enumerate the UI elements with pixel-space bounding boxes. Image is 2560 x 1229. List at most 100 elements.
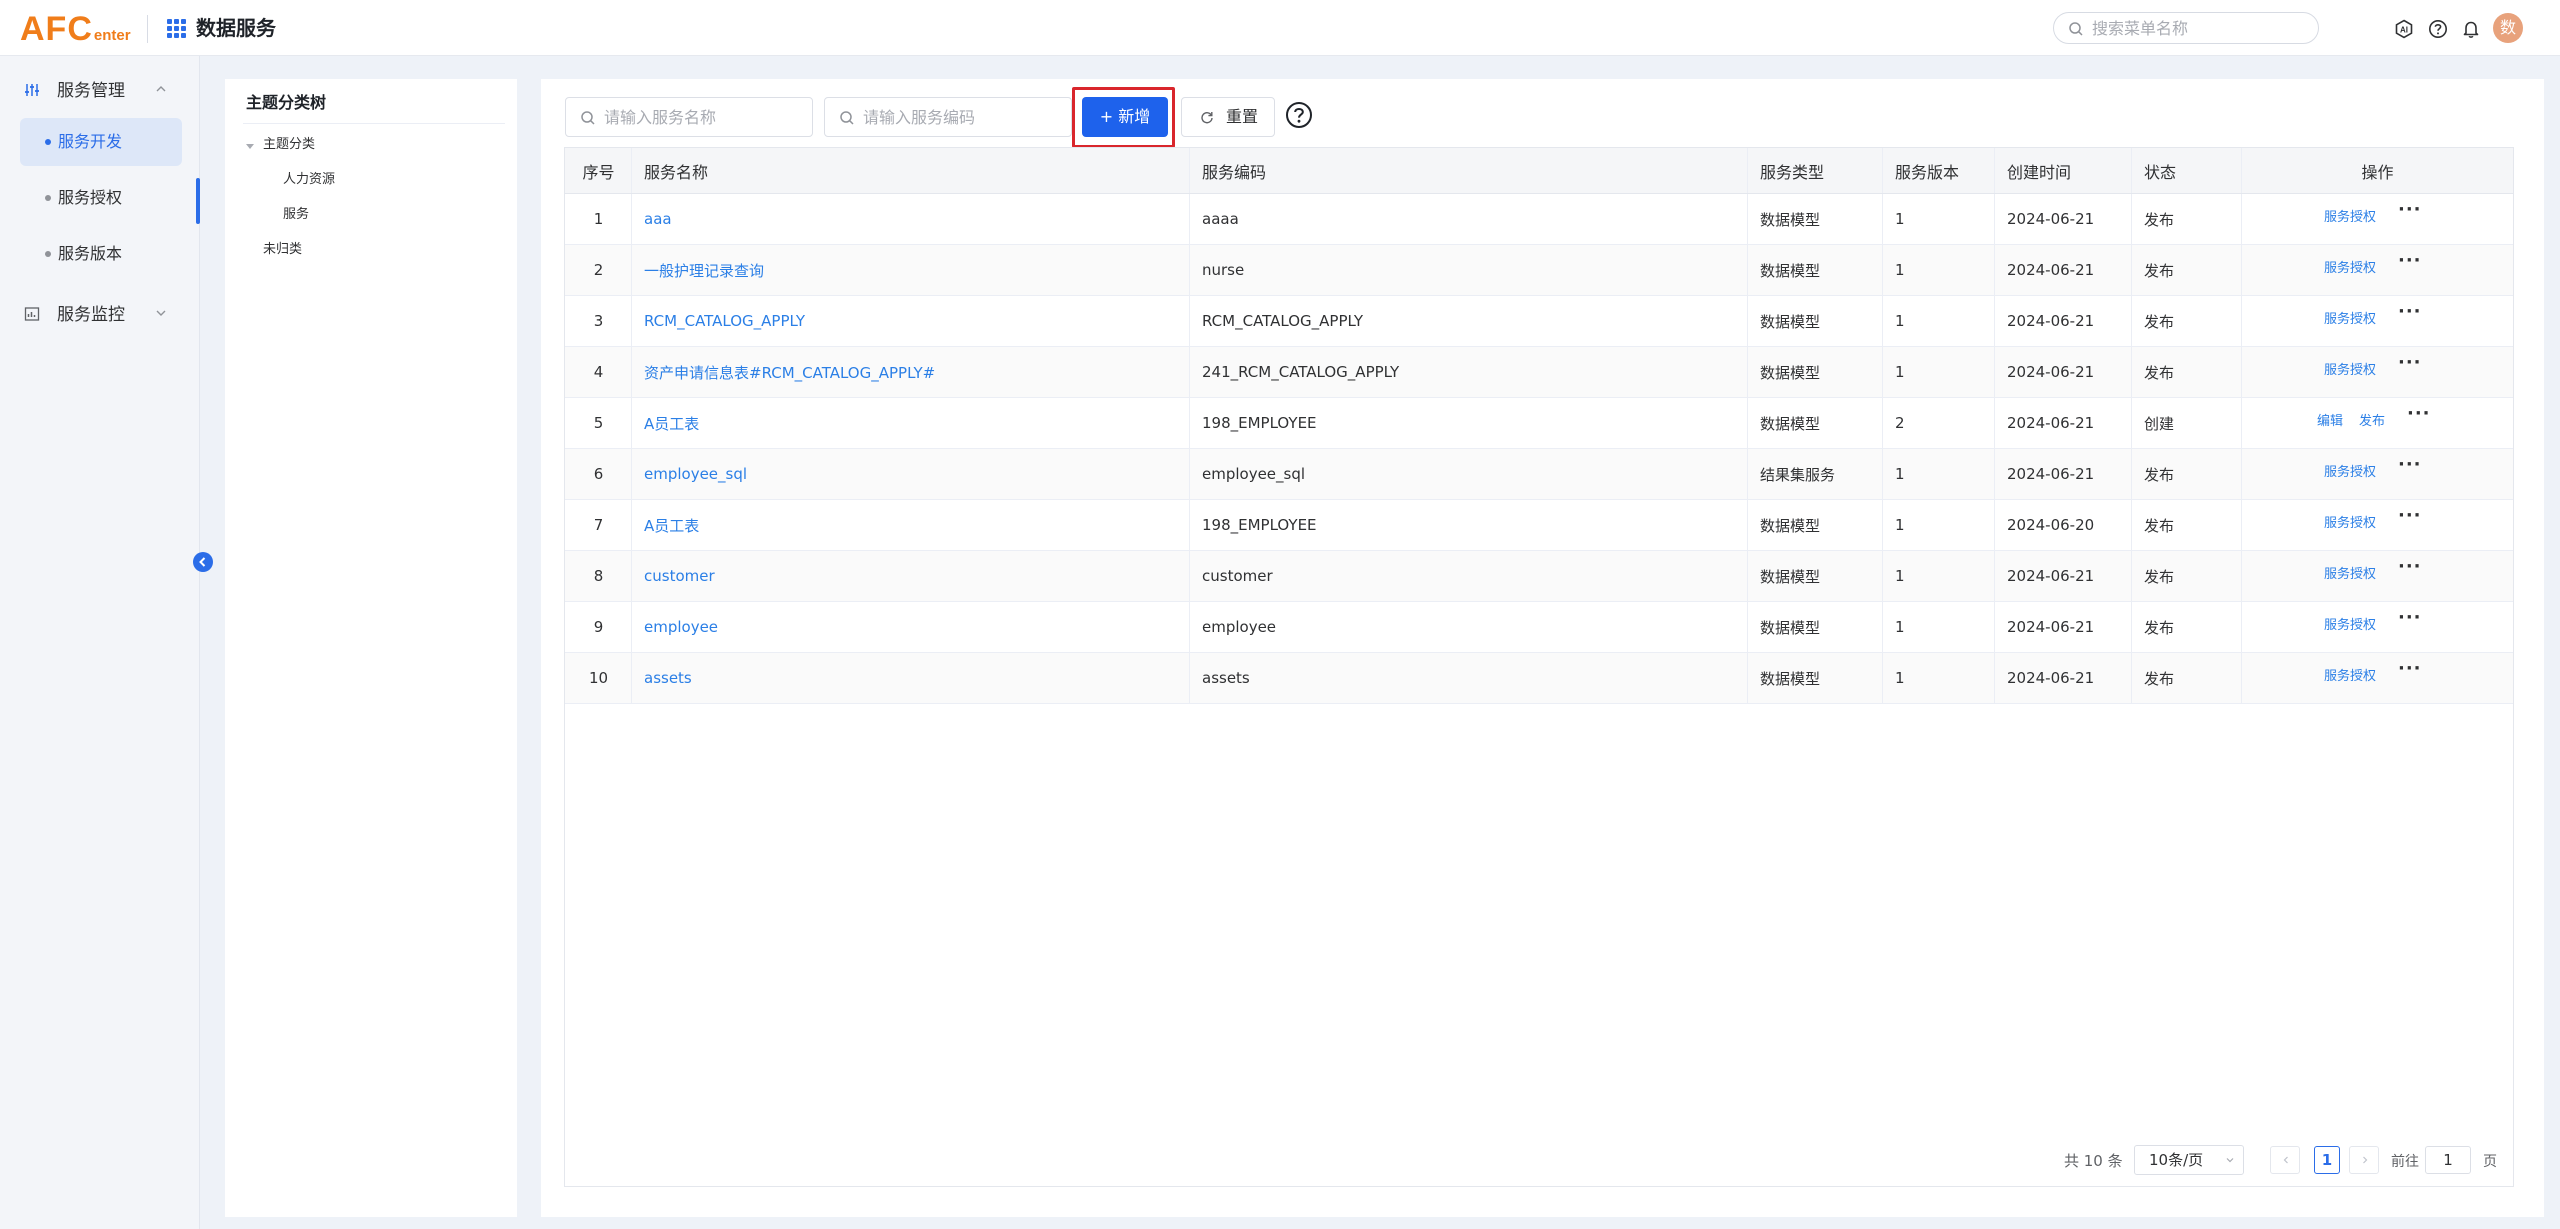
authorize-service-link[interactable]: 服务授权 <box>2324 363 2376 379</box>
sidebar-group-service-management[interactable]: 服务管理 <box>0 70 200 110</box>
more-actions-icon[interactable]: ··· <box>2398 456 2422 474</box>
afcenter-logo[interactable]: AFC enter <box>20 8 131 48</box>
service-name-link[interactable]: 一般护理记录查询 <box>644 260 764 281</box>
service-name-search[interactable] <box>565 97 813 137</box>
sidebar-item-service-development[interactable]: 服务开发 <box>20 118 182 166</box>
menu-search-box[interactable] <box>2053 12 2319 44</box>
page-number-1[interactable]: 1 <box>2314 1146 2340 1174</box>
more-actions-icon[interactable]: ··· <box>2398 252 2422 270</box>
table-row[interactable]: 4 资产申请信息表#RCM_CATALOG_APPLY# 241_RCM_CATAL… <box>565 347 2513 398</box>
row-index: 5 <box>593 414 604 432</box>
created-time-cell: 2024-06-21 <box>2007 210 2095 228</box>
help-circle-icon[interactable] <box>1285 101 1313 129</box>
sidebar-collapse-button[interactable] <box>193 552 213 572</box>
reset-button[interactable]: 重置 <box>1181 97 1275 137</box>
status-cell: 发布 <box>2144 516 2175 535</box>
column-divider <box>1189 398 1190 448</box>
column-divider <box>1882 245 1883 295</box>
service-name-input[interactable] <box>604 106 804 128</box>
service-type-cell: 数据模型 <box>1760 312 1821 331</box>
help-circle-icon[interactable] <box>2428 19 2448 39</box>
tree-node-topic-category[interactable]: 主题分类 <box>263 136 315 154</box>
sidebar-item-service-version[interactable]: 服务版本 <box>20 230 182 278</box>
actions-cell: 服务授权 ··· <box>2242 449 2513 499</box>
more-actions-icon[interactable]: ··· <box>2398 609 2422 627</box>
prev-page-button[interactable] <box>2270 1146 2300 1174</box>
actions-cell: 服务授权 ··· <box>2242 500 2513 550</box>
more-actions-icon[interactable]: ··· <box>2398 201 2422 219</box>
service-name-link[interactable]: employee <box>644 618 718 636</box>
more-actions-icon[interactable]: ··· <box>2398 660 2422 678</box>
service-name-link[interactable]: employee_sql <box>644 465 747 483</box>
table-row[interactable]: 9 employee employee 数据模型 1 2024-06-21 发布 服务授权 ··… <box>565 602 2513 653</box>
table-row[interactable]: 7 A员工表 198_EMPLOYEE 数据模型 1 2024-06-20 发布 服务授权 ··… <box>565 500 2513 551</box>
service-name-link[interactable]: RCM_CATALOG_APPLY <box>644 312 805 330</box>
table-row[interactable]: 3 RCM_CATALOG_APPLY RCM_CATALOG_APPLY 数据模型 1… <box>565 296 2513 347</box>
authorize-service-link[interactable]: 服务授权 <box>2324 516 2376 532</box>
service-name-link[interactable]: aaa <box>644 210 672 228</box>
authorize-service-link[interactable]: 服务授权 <box>2324 210 2376 226</box>
tree-node-human-resources[interactable]: 人力资源 <box>283 171 335 189</box>
page-size-select[interactable]: 10条/页 <box>2134 1145 2244 1175</box>
col-header-status[interactable]: 状态 <box>2132 148 2242 193</box>
next-page-button[interactable] <box>2349 1146 2379 1174</box>
column-divider <box>1882 449 1883 499</box>
service-name-link[interactable]: A员工表 <box>644 413 699 434</box>
more-actions-icon[interactable]: ··· <box>2398 507 2422 525</box>
col-header-code[interactable]: 服务编码 <box>1190 148 1748 193</box>
col-header-version[interactable]: 服务版本 <box>1883 148 1995 193</box>
actions-cell: 服务授权 ··· <box>2242 245 2513 295</box>
service-name-link[interactable]: 资产申请信息表#RCM_CATALOG_APPLY# <box>644 362 935 383</box>
edit-link[interactable]: 编辑 <box>2317 414 2343 430</box>
bullet-dot-icon <box>45 251 51 257</box>
authorize-service-link[interactable]: 服务授权 <box>2324 465 2376 481</box>
authorize-service-link[interactable]: 服务授权 <box>2324 669 2376 685</box>
table-row[interactable]: 1 aaa aaaa 数据模型 1 2024-06-21 发布 服务授权 ··· <box>565 194 2513 245</box>
more-actions-icon[interactable]: ··· <box>2398 354 2422 372</box>
sidebar-group-service-monitoring[interactable]: 服务监控 <box>0 294 200 334</box>
tree-node-service[interactable]: 服务 <box>283 206 309 224</box>
service-name-link[interactable]: assets <box>644 669 692 687</box>
col-header-name[interactable]: 服务名称 <box>632 148 1190 193</box>
table-row[interactable]: 8 customer customer 数据模型 1 2024-06-21 发布 服务授权 ··… <box>565 551 2513 602</box>
authorize-service-link[interactable]: 服务授权 <box>2324 567 2376 583</box>
sidebar-item-service-authorization[interactable]: 服务授权 <box>20 174 182 222</box>
apps-grid-icon[interactable] <box>167 19 187 39</box>
col-header-index[interactable]: 序号 <box>565 148 632 193</box>
sidebar: 服务管理 服务开发 服务授权 服务版本 服务监控 <box>0 56 200 1229</box>
table-row[interactable]: 5 A员工表 198_EMPLOYEE 数据模型 2 2024-06-21 创建 编辑 发布 ··… <box>565 398 2513 449</box>
status-cell: 发布 <box>2144 210 2175 229</box>
column-divider <box>2131 551 2132 601</box>
goto-page-input[interactable] <box>2425 1146 2471 1174</box>
ai-icon[interactable]: AI <box>2394 19 2414 39</box>
more-actions-icon[interactable]: ··· <box>2398 303 2422 321</box>
publish-link[interactable]: 发布 <box>2359 414 2385 430</box>
user-avatar[interactable]: 数 <box>2493 13 2523 43</box>
more-actions-icon[interactable]: ··· <box>2398 558 2422 576</box>
service-version-cell: 1 <box>1895 618 1905 636</box>
col-header-type[interactable]: 服务类型 <box>1748 148 1883 193</box>
tree-node-uncategorized[interactable]: 未归类 <box>263 241 302 259</box>
service-code-search[interactable] <box>824 97 1072 137</box>
service-code-input[interactable] <box>863 106 1063 128</box>
row-index: 1 <box>593 210 604 228</box>
service-code-cell: aaaa <box>1202 210 1239 228</box>
logo-sub-text: enter <box>93 27 131 44</box>
authorize-service-link[interactable]: 服务授权 <box>2324 312 2376 328</box>
table-row[interactable]: 6 employee_sql employee_sql 结果集服务 1 2024-06-2… <box>565 449 2513 500</box>
service-name-link[interactable]: A员工表 <box>644 515 699 536</box>
service-name-link[interactable]: customer <box>644 567 715 585</box>
more-actions-icon[interactable]: ··· <box>2407 405 2431 423</box>
column-divider <box>1189 653 1190 703</box>
column-divider <box>1747 245 1748 295</box>
col-header-created[interactable]: 创建时间 <box>1995 148 2132 193</box>
table-row[interactable]: 2 一般护理记录查询 nurse 数据模型 1 2024-06-21 发布 服务授权 ··· <box>565 245 2513 296</box>
bell-icon[interactable] <box>2461 19 2481 39</box>
column-divider <box>1994 245 1995 295</box>
table-row[interactable]: 10 assets assets 数据模型 1 2024-06-21 发布 服务授权 ··· <box>565 653 2513 704</box>
caret-down-icon[interactable] <box>245 141 255 151</box>
menu-search-input[interactable] <box>2092 17 2302 39</box>
add-button[interactable]: + 新增 <box>1082 97 1168 137</box>
authorize-service-link[interactable]: 服务授权 <box>2324 618 2376 634</box>
authorize-service-link[interactable]: 服务授权 <box>2324 261 2376 277</box>
